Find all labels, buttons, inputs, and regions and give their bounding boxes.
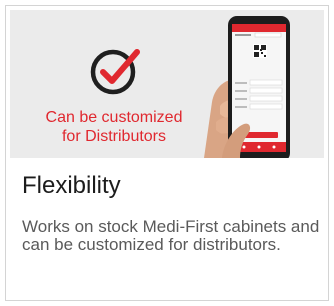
image-caption: Can be customized for Distributors — [22, 108, 206, 146]
card-title: Flexibility — [22, 172, 121, 199]
image-caption-line-2: for Distributors — [61, 128, 167, 145]
card-description: Works on stock Medi-First cabinets and c… — [22, 217, 320, 254]
check-circle-icon — [90, 49, 140, 95]
qr-code-icon — [253, 44, 267, 58]
feature-image: Can be customized for Distributors — [10, 10, 324, 158]
image-caption-line-1: Can be customized — [45, 109, 183, 126]
hand-holding-phone — [204, 16, 290, 158]
